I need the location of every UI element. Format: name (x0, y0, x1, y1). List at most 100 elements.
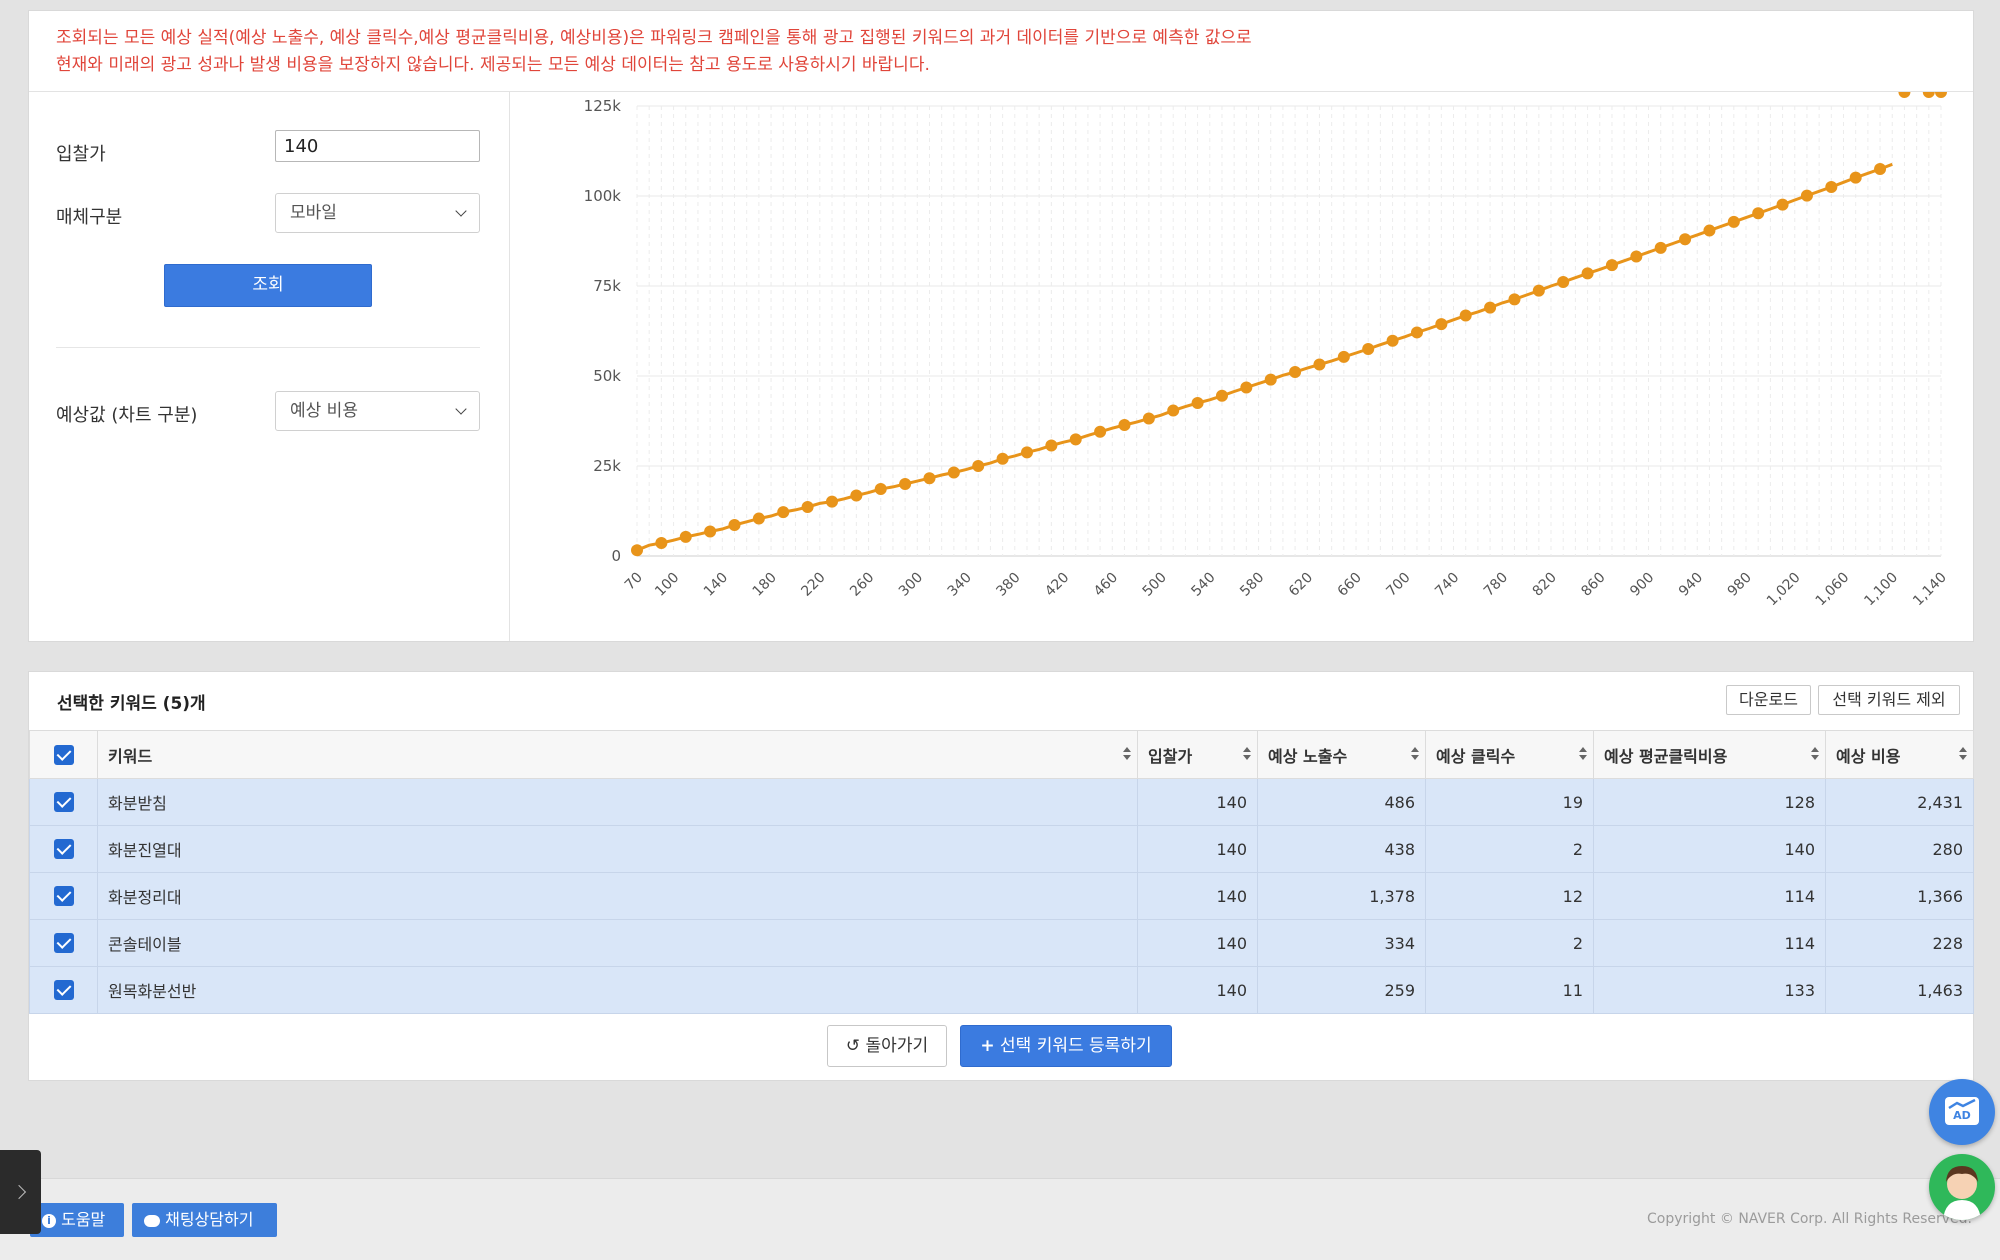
data-point (1898, 92, 1911, 98)
x-tick-label: 940 (1676, 570, 1706, 600)
x-tick-label: 620 (1286, 570, 1316, 600)
data-point (1094, 425, 1107, 438)
data-point (1459, 309, 1472, 322)
row-checkbox[interactable] (53, 839, 74, 860)
data-point (1679, 233, 1692, 246)
col-clicks[interactable]: 예상 클릭수 (1425, 730, 1594, 779)
data-point (1215, 389, 1228, 402)
x-tick-label: 180 (750, 570, 780, 600)
data-point (704, 525, 717, 538)
data-point (1020, 446, 1033, 459)
cost-forecast-chart: 0 25k 50k 75k 100k 125k 70 100 140 180 220 260 300 34… (584, 92, 1950, 610)
row-checkbox[interactable] (53, 933, 74, 954)
x-tick-label: 100 (652, 570, 682, 600)
x-tick-label: 540 (1188, 570, 1218, 600)
side-panel-toggle[interactable] (0, 1150, 41, 1234)
data-point (1935, 92, 1947, 98)
data-point (1776, 198, 1789, 211)
notice-line-2: 현재와 미래의 광고 성과나 발생 비용을 보장하지 않습니다. 제공되는 모든… (56, 55, 930, 75)
ad-floating-button[interactable]: AD (1929, 1079, 1995, 1145)
data-point (1264, 373, 1277, 386)
data-point (1240, 381, 1253, 394)
back-button[interactable]: ↺ 돌아가기 (827, 1025, 947, 1067)
x-tick-label: 140 (701, 570, 731, 600)
x-tick-label: 580 (1237, 570, 1267, 600)
data-point (1508, 293, 1521, 306)
data-point (1289, 366, 1302, 379)
cpc-cell: 128 (1593, 778, 1826, 826)
data-point (972, 460, 985, 472)
select-all-checkbox[interactable] (53, 744, 74, 765)
metric-select[interactable]: 예상 비용 (275, 391, 480, 431)
ad-badge: AD (1953, 1109, 1971, 1122)
cpc-cell: 114 (1593, 872, 1826, 920)
chevron-down-icon (455, 403, 467, 415)
data-point (1386, 334, 1399, 347)
data-point (1118, 418, 1131, 431)
metric-select-value: 예상 비용 (290, 401, 358, 421)
x-tick-label: 300 (896, 570, 926, 600)
search-button[interactable]: 조회 (164, 264, 372, 307)
data-point (655, 537, 668, 550)
y-tick-label: 25k (593, 457, 621, 475)
x-tick-label: 1,140 (1910, 570, 1950, 610)
chatbot-avatar-button[interactable] (1929, 1154, 1995, 1220)
x-tick-label: 700 (1383, 570, 1413, 600)
y-tick-label: 100k (584, 187, 622, 205)
data-point (1630, 250, 1643, 263)
data-point (1703, 224, 1716, 237)
clicks-cell: 11 (1425, 966, 1594, 1014)
col-bid[interactable]: 입찰가 (1137, 730, 1258, 779)
selected-keywords-panel: 선택한 키워드 (5)개 다운로드 선택 키워드 제외 키워드 입찰가 예상 노… (28, 671, 1974, 1081)
col-impressions[interactable]: 예상 노출수 (1257, 730, 1426, 779)
x-tick-label: 500 (1140, 570, 1170, 600)
cost-cell: 1,463 (1825, 966, 1974, 1014)
data-point (874, 483, 887, 496)
chat-bubble-icon (144, 1214, 160, 1227)
help-button[interactable]: i 도움말 (30, 1203, 124, 1237)
data-point (1825, 181, 1838, 193)
bid-input[interactable] (275, 130, 480, 162)
data-point (801, 501, 814, 514)
data-point (1654, 241, 1667, 254)
series-line (636, 162, 1893, 552)
keyword-cell: 화분받침 (97, 778, 1138, 826)
data-point (1045, 439, 1058, 452)
row-checkbox[interactable] (53, 980, 74, 1001)
ad-icon: AD (1945, 1097, 1979, 1125)
register-keywords-button[interactable]: + 선택 키워드 등록하기 (960, 1025, 1172, 1067)
clicks-cell: 2 (1425, 825, 1594, 873)
col-cost[interactable]: 예상 비용 (1825, 730, 1974, 779)
data-point (996, 452, 1009, 465)
x-tick-label: 1,060 (1813, 570, 1853, 610)
bid-label: 입찰가 (56, 144, 106, 165)
x-tick-label: 740 (1432, 570, 1462, 600)
bid-cell: 140 (1137, 778, 1258, 826)
col-cpc[interactable]: 예상 평균클릭비용 (1593, 730, 1826, 779)
table-row: 콘솔테이블 140 334 2 114 228 (29, 919, 1974, 967)
y-tick-label: 0 (611, 547, 621, 565)
bid-cell: 140 (1137, 919, 1258, 967)
row-checkbox[interactable] (53, 886, 74, 907)
download-button[interactable]: 다운로드 (1726, 685, 1811, 715)
col-keyword[interactable]: 키워드 (97, 730, 1138, 779)
undo-icon: ↺ (845, 1036, 861, 1056)
chat-consult-button[interactable]: 채팅상담하기 (132, 1203, 277, 1237)
row-checkbox[interactable] (53, 792, 74, 813)
x-tick-label: 340 (945, 570, 975, 600)
exclude-keywords-button[interactable]: 선택 키워드 제외 (1818, 685, 1960, 715)
bid-cell: 140 (1137, 966, 1258, 1014)
data-point (1849, 171, 1862, 184)
clicks-cell: 12 (1425, 872, 1594, 920)
x-tick-label: 420 (1042, 570, 1072, 600)
x-tick-label: 660 (1335, 570, 1365, 600)
keyword-cell: 콘솔테이블 (97, 919, 1138, 967)
cost-cell: 2,431 (1825, 778, 1974, 826)
media-select[interactable]: 모바일 (275, 193, 480, 233)
data-point (1435, 318, 1448, 331)
table-row: 화분정리대 140 1,378 12 114 1,366 (29, 872, 1974, 920)
notice-box: 조회되는 모든 예상 실적(예상 노출수, 예상 클릭수,예상 평균클릭비용, … (29, 11, 1973, 92)
table-row: 원목화분선반 140 259 11 133 1,463 (29, 966, 1974, 1014)
x-tick-label: 980 (1725, 570, 1755, 600)
data-point (1605, 259, 1618, 272)
